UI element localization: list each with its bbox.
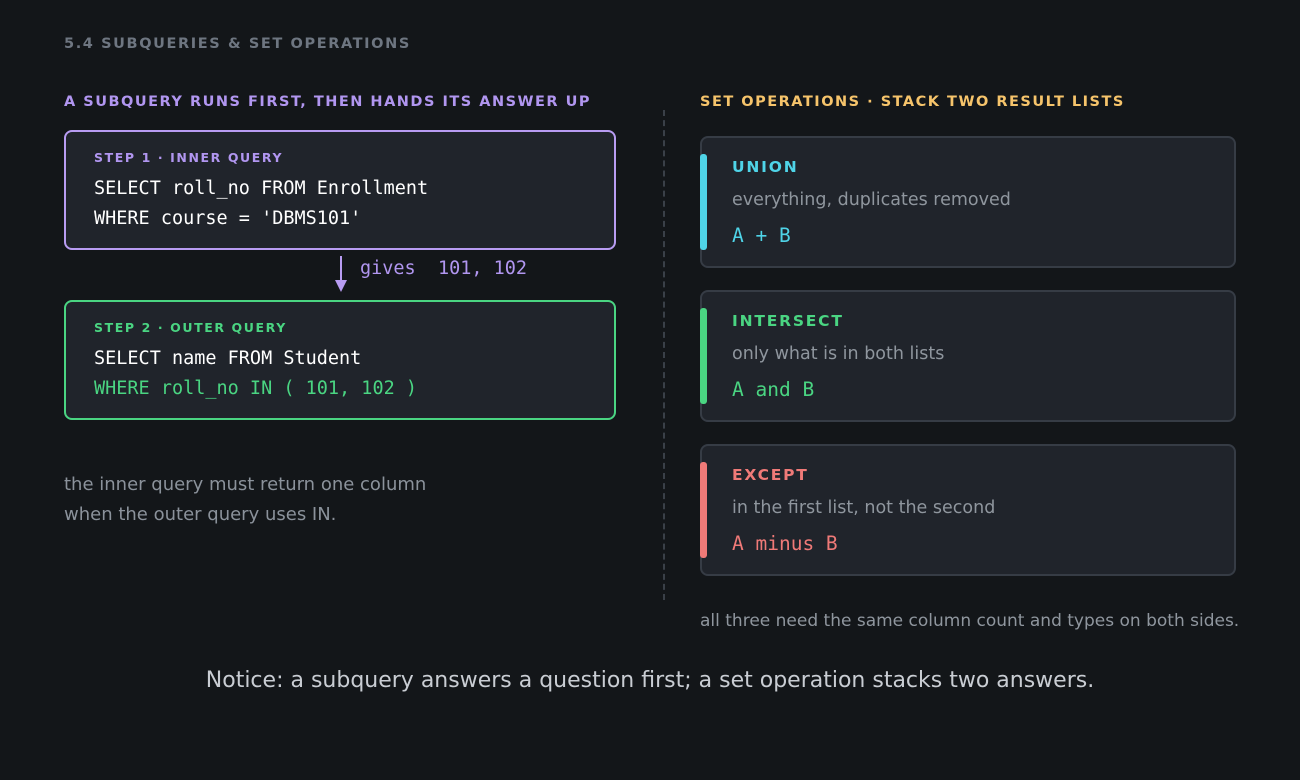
gives-result: gives 101, 102 <box>360 258 528 279</box>
outer-code-line-2: WHERE roll_no IN ( 101, 102 ) <box>94 378 418 399</box>
intersect-expression: A and B <box>732 378 815 401</box>
column-divider <box>663 110 665 600</box>
subquery-note-line: the inner query must return one column <box>64 474 427 495</box>
union-expression: A + B <box>732 224 791 247</box>
union-title: UNION <box>732 158 799 176</box>
section-label: 5.4 SUBQUERIES & SET OPERATIONS <box>64 36 411 52</box>
subquery-heading: A SUBQUERY RUNS FIRST, THEN HANDS ITS AN… <box>64 94 592 110</box>
outer-query-box: STEP 2 · OUTER QUERY SELECT name FROM St… <box>64 300 616 420</box>
outer-code-line-1: SELECT name FROM Student <box>94 348 362 369</box>
intersect-title: INTERSECT <box>732 312 844 330</box>
except-expression: A minus B <box>732 532 838 555</box>
subquery-note-line: when the outer query uses IN. <box>64 504 337 525</box>
except-title: EXCEPT <box>732 466 809 484</box>
union-accent-bar <box>700 154 707 250</box>
outer-step-label: STEP 2 · OUTER QUERY <box>94 320 287 335</box>
inner-code-line-1: SELECT roll_no FROM Enrollment <box>94 178 429 199</box>
intersect-accent-bar <box>700 308 707 404</box>
subquery-note: the inner query must return one column w… <box>64 470 426 530</box>
except-description: in the first list, not the second <box>732 498 996 518</box>
down-arrow-icon <box>335 280 347 292</box>
except-accent-bar <box>700 462 707 558</box>
set-operations-note: all three need the same column count and… <box>700 611 1240 631</box>
intersect-card: INTERSECT only what is in both lists A a… <box>700 290 1236 422</box>
union-description: everything, duplicates removed <box>732 190 1011 210</box>
set-operations-heading: SET OPERATIONS · STACK TWO RESULT LISTS <box>700 94 1125 110</box>
intersect-description: only what is in both lists <box>732 344 945 364</box>
down-arrow-shaft <box>340 256 342 282</box>
inner-code-line-2: WHERE course = 'DBMS101' <box>94 208 362 229</box>
inner-query-box: STEP 1 · INNER QUERY SELECT roll_no FROM… <box>64 130 616 250</box>
union-card: UNION everything, duplicates removed A +… <box>700 136 1236 268</box>
inner-step-label: STEP 1 · INNER QUERY <box>94 150 284 165</box>
except-card: EXCEPT in the first list, not the second… <box>700 444 1236 576</box>
notice-caption: Notice: a subquery answers a question fi… <box>205 668 1095 693</box>
